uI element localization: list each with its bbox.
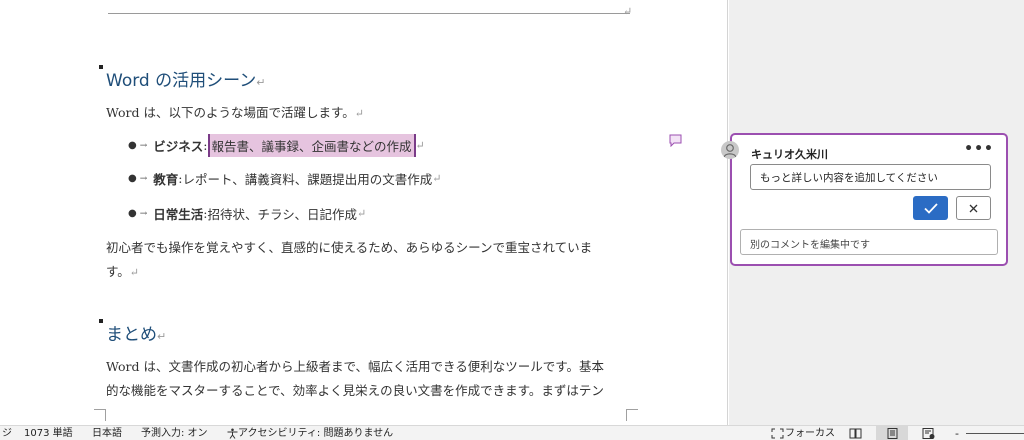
horizontal-rule bbox=[108, 13, 630, 14]
heading-summary[interactable]: まとめ↵ bbox=[106, 320, 166, 345]
comment-author: キュリオ久米川 bbox=[751, 148, 828, 161]
paragraph-mark: ↵ bbox=[415, 139, 425, 152]
language[interactable]: 日本語 bbox=[92, 428, 122, 440]
bullet-dot: ● bbox=[128, 208, 137, 219]
print-layout-icon[interactable] bbox=[886, 428, 899, 439]
comment-draft-input[interactable]: もっと詳しい内容を追加してください bbox=[750, 164, 991, 190]
web-layout-icon[interactable] bbox=[922, 428, 935, 439]
comment-card[interactable]: キュリオ久米川 ••• もっと詳しい内容を追加してください 別のコメントを編集中… bbox=[730, 133, 1008, 266]
focus-icon[interactable] bbox=[771, 428, 784, 439]
more-options-icon[interactable]: ••• bbox=[964, 141, 994, 157]
tab-arrow-icon: → bbox=[139, 173, 148, 184]
page-margin-corner bbox=[626, 409, 638, 421]
bullet-item-business[interactable]: ● → ビジネス: 報告書、議事録、企画書などの作成 ↵ bbox=[128, 134, 425, 157]
paragraph-mark: ↵ bbox=[354, 107, 364, 120]
heading-summary-text: まとめ bbox=[106, 325, 157, 345]
commented-highlight[interactable]: 報告書、議事録、企画書などの作成 bbox=[207, 134, 416, 157]
bullet-desc: 招待状、チラシ、日記作成 bbox=[207, 207, 358, 222]
paragraph-2-line-2[interactable]: 的な機能をマスターすることで、効率よく見栄えの良い文書を作成できます。まずはテン bbox=[106, 380, 604, 399]
predictive-input-status[interactable]: 予測入力: オン bbox=[141, 428, 208, 440]
paragraph-2-line-1[interactable]: Word は、文書作成の初心者から上級者まで、幅広く活用できる便利なツールです。… bbox=[106, 356, 604, 375]
paragraph-mark: ↵ bbox=[129, 266, 139, 279]
page-indicator[interactable]: ジ bbox=[2, 428, 12, 440]
status-bar: ジ 1073 単語 日本語 予測入力: オン アクセシビリティ: 問題ありません… bbox=[0, 425, 1024, 440]
paragraph-1-line-2[interactable]: す。↵ bbox=[106, 261, 139, 280]
avatar bbox=[721, 141, 739, 159]
page-margin-corner bbox=[94, 409, 106, 421]
cancel-comment-button[interactable] bbox=[956, 196, 991, 220]
tab-arrow-icon: → bbox=[139, 208, 148, 219]
paragraph-1-line-1[interactable]: 初心者でも操作を覚えやすく、直感的に使えるため、あらゆるシーンで重宝されていま bbox=[106, 237, 592, 256]
bullet-item-education[interactable]: ● → 教育: レポート、講義資料、課題提出用の文書作成 ↵ bbox=[128, 169, 442, 188]
paragraph-anchor-dot bbox=[99, 65, 103, 69]
checkmark-icon bbox=[923, 202, 938, 214]
zoom-out-button[interactable]: - bbox=[955, 427, 959, 440]
zoom-slider[interactable] bbox=[966, 433, 1024, 434]
paragraph-mark: ↵ bbox=[256, 76, 266, 89]
heading-usage[interactable]: Word の活用シーン↵ bbox=[106, 66, 265, 91]
bullet-term: ビジネス bbox=[153, 139, 204, 154]
heading-usage-text: Word の活用シーン bbox=[106, 71, 257, 91]
accessibility-status[interactable]: アクセシビリティ: 問題ありません bbox=[238, 428, 393, 440]
post-comment-button[interactable] bbox=[913, 196, 948, 220]
paragraph-1-line-2-text: す。 bbox=[106, 264, 130, 279]
bullet-dot: ● bbox=[128, 173, 137, 184]
focus-mode-label[interactable]: フォーカス bbox=[785, 428, 835, 440]
bullet-desc: 報告書、議事録、企画書などの作成 bbox=[211, 139, 412, 154]
person-icon bbox=[723, 144, 737, 158]
bullet-item-daily-life[interactable]: ● → 日常生活: 招待状、チラシ、日記作成 ↵ bbox=[128, 204, 366, 223]
paragraph-mark: ↵ bbox=[623, 5, 633, 18]
bullet-term: 教育 bbox=[153, 172, 179, 187]
bullet-term: 日常生活 bbox=[153, 207, 204, 222]
bullet-desc: レポート、講義資料、課題提出用の文書作成 bbox=[182, 172, 433, 187]
speech-bubble-icon[interactable] bbox=[669, 134, 682, 147]
tab-arrow-icon: → bbox=[139, 140, 148, 151]
paragraph-mark: ↵ bbox=[432, 172, 442, 185]
word-count[interactable]: 1073 単語 bbox=[24, 428, 73, 440]
reply-input[interactable]: 別のコメントを編集中です bbox=[740, 229, 998, 255]
paragraph-mark: ↵ bbox=[357, 207, 367, 220]
paragraph-mark: ↵ bbox=[157, 330, 167, 343]
intro-text: Word は、以下のような場面で活躍します。 bbox=[106, 105, 355, 120]
document-page[interactable]: ↵ Word の活用シーン↵ Word は、以下のような場面で活躍します。↵ ●… bbox=[0, 0, 728, 425]
read-mode-icon[interactable] bbox=[849, 428, 862, 439]
intro-paragraph[interactable]: Word は、以下のような場面で活躍します。↵ bbox=[106, 102, 364, 121]
close-icon bbox=[969, 204, 978, 212]
paragraph-anchor-dot bbox=[99, 319, 103, 323]
bullet-dot: ● bbox=[128, 140, 137, 151]
